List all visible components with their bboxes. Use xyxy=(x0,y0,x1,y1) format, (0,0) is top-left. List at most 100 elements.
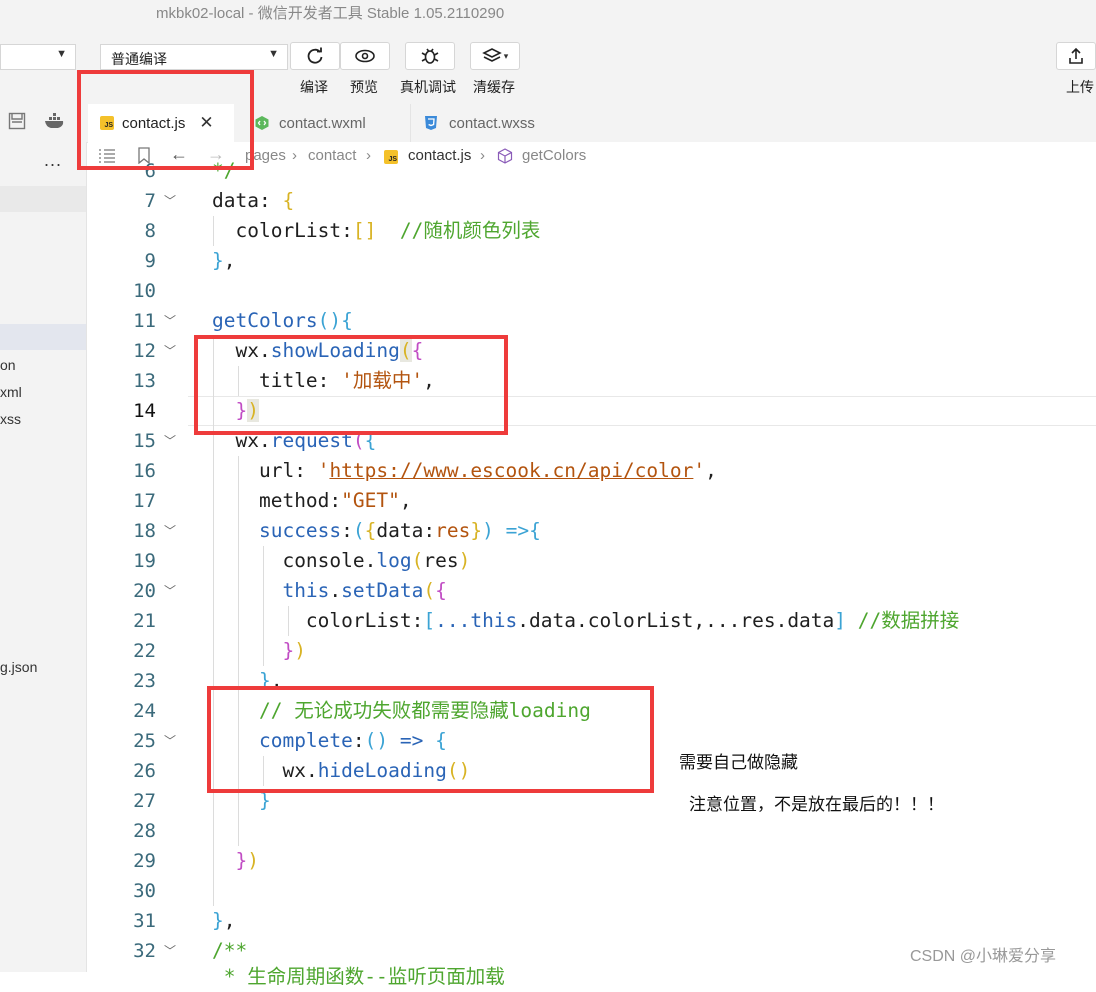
line-number: 19 xyxy=(133,550,156,572)
fold-chevron-icon[interactable]: ﹀ xyxy=(164,306,176,336)
line-number: 21 xyxy=(133,610,156,632)
highlight-box-tab xyxy=(77,70,254,170)
code-line-11[interactable]: getColors(){ xyxy=(212,306,353,336)
clear-cache-label: 清缓存 xyxy=(473,79,515,95)
sidebar-item[interactable]: g.json xyxy=(0,659,37,675)
fold-chevron-icon[interactable]: ﹀ xyxy=(164,186,176,216)
fold-chevron-icon[interactable]: ﹀ xyxy=(164,576,176,606)
remote-debug-label: 真机调试 xyxy=(400,79,456,95)
line-number: 31 xyxy=(133,910,156,932)
project-select[interactable]: ▼ xyxy=(0,44,76,70)
line-number-current: 14 xyxy=(133,400,156,422)
compile-label: 编译 xyxy=(300,79,328,95)
tab-contact-wxml[interactable]: contact.wxml xyxy=(244,104,404,142)
code-line-8[interactable]: colorList:[] //随机颜色列表 xyxy=(212,216,540,246)
fold-chevron-icon[interactable]: ﹀ xyxy=(164,336,176,366)
fold-chevron-icon[interactable]: ﹀ xyxy=(164,426,176,456)
code-line-9[interactable]: }, xyxy=(212,246,236,276)
upload-icon xyxy=(1069,47,1083,64)
sidebar-item[interactable]: on xyxy=(0,357,16,373)
refresh-icon xyxy=(307,47,323,64)
code-line-19[interactable]: console.log(res) xyxy=(212,546,470,576)
css-file-icon xyxy=(425,116,437,130)
eye-icon xyxy=(355,49,375,63)
line-number: 25 xyxy=(133,730,156,752)
watermark: CSDN @小琳爱分享 xyxy=(910,948,1057,965)
sidebar-item[interactable]: xml xyxy=(0,384,22,400)
code-line-18[interactable]: success:({data:res}) =>{ xyxy=(212,516,541,546)
line-number: 22 xyxy=(133,640,156,662)
code-line-22[interactable]: }) xyxy=(212,636,306,666)
code-line-17[interactable]: method:"GET", xyxy=(212,486,412,516)
upload-label: 上传 xyxy=(1066,79,1094,95)
code-line-20[interactable]: this.setData({ xyxy=(212,576,446,606)
docker-icon[interactable] xyxy=(44,112,66,135)
breadcrumb-separator-icon: › xyxy=(366,147,371,164)
line-number: 7 xyxy=(144,190,156,212)
line-number: 27 xyxy=(133,790,156,812)
save-layout-icon[interactable] xyxy=(8,112,26,135)
code-line-31[interactable]: }, xyxy=(212,906,236,936)
preview-label: 预览 xyxy=(350,79,378,95)
line-number: 29 xyxy=(133,850,156,872)
layers-icon xyxy=(481,48,502,62)
tab-label: contact.wxml xyxy=(279,114,366,132)
file-explorer-sidebar xyxy=(0,142,87,972)
annotation-note: 需要自己做隐藏 xyxy=(679,753,798,772)
highlight-box-showloading xyxy=(194,335,508,435)
compile-mode-label: 普通编译 xyxy=(111,51,167,67)
line-number: 11 xyxy=(133,310,156,332)
tab-contact-wxss[interactable]: contact.wxss xyxy=(410,104,570,142)
more-icon[interactable]: ... xyxy=(44,150,62,171)
fold-chevron-icon[interactable]: ﹀ xyxy=(164,936,176,966)
line-number: 17 xyxy=(133,490,156,512)
line-number: 20 xyxy=(133,580,156,602)
code-line-33[interactable]: * 生命周期函数--监听页面加载 xyxy=(212,962,505,992)
sidebar-selected-row[interactable] xyxy=(0,324,86,350)
chevron-down-icon: ▾ xyxy=(503,50,509,61)
line-number: 24 xyxy=(133,700,156,722)
line-number: 26 xyxy=(133,760,156,782)
line-number: 23 xyxy=(133,670,156,692)
fold-chevron-icon[interactable]: ﹀ xyxy=(164,516,176,546)
clear-cache-button[interactable]: ▾ xyxy=(470,42,520,70)
line-number: 10 xyxy=(133,280,156,302)
code-line-21[interactable]: colorList:[...this.data.colorList,...res… xyxy=(212,606,959,636)
code-line-7[interactable]: data: { xyxy=(212,186,294,216)
wxml-file-icon xyxy=(255,116,269,130)
line-number: 15 xyxy=(133,430,156,452)
breadcrumb-separator-icon: › xyxy=(480,147,485,164)
breadcrumb-item-file[interactable]: contact.js xyxy=(408,147,471,164)
line-number: 8 xyxy=(144,220,156,242)
annotation-note: 注意位置，不是放在最后的！！！ xyxy=(689,795,944,814)
line-number: 18 xyxy=(133,520,156,542)
code-line-29[interactable]: }) xyxy=(212,846,259,876)
bug-icon xyxy=(421,48,439,64)
sidebar-section-header xyxy=(0,186,86,212)
chevron-down-icon: ▼ xyxy=(56,48,67,60)
js-file-icon: JS xyxy=(384,150,406,169)
window-title: mkbk02-local - 微信开发者工具 Stable 1.05.21102… xyxy=(156,5,505,22)
breadcrumb-separator-icon: › xyxy=(292,147,297,164)
preview-button[interactable] xyxy=(340,42,390,70)
cube-icon xyxy=(497,148,513,169)
line-number: 30 xyxy=(133,880,156,902)
line-number: 9 xyxy=(144,250,156,272)
chevron-down-icon: ▼ xyxy=(268,48,279,60)
compile-button[interactable] xyxy=(290,42,340,70)
compile-mode-select[interactable]: 普通编译 ▼ xyxy=(100,44,288,70)
line-number: 32 xyxy=(133,940,156,962)
upload-button[interactable] xyxy=(1056,42,1096,70)
remote-debug-button[interactable] xyxy=(405,42,455,70)
breadcrumb-item-contact[interactable]: contact xyxy=(308,147,356,164)
line-number: 28 xyxy=(133,820,156,842)
sidebar-item[interactable]: xss xyxy=(0,411,21,427)
breadcrumb-item-symbol[interactable]: getColors xyxy=(522,147,586,164)
tab-label: contact.wxss xyxy=(449,114,535,132)
code-line-16[interactable]: url: 'https://www.escook.cn/api/color', xyxy=(212,456,717,486)
highlight-box-complete xyxy=(207,686,654,793)
line-number: 12 xyxy=(133,340,156,362)
line-number: 16 xyxy=(133,460,156,482)
line-number: 13 xyxy=(133,370,156,392)
fold-chevron-icon[interactable]: ﹀ xyxy=(164,726,176,756)
